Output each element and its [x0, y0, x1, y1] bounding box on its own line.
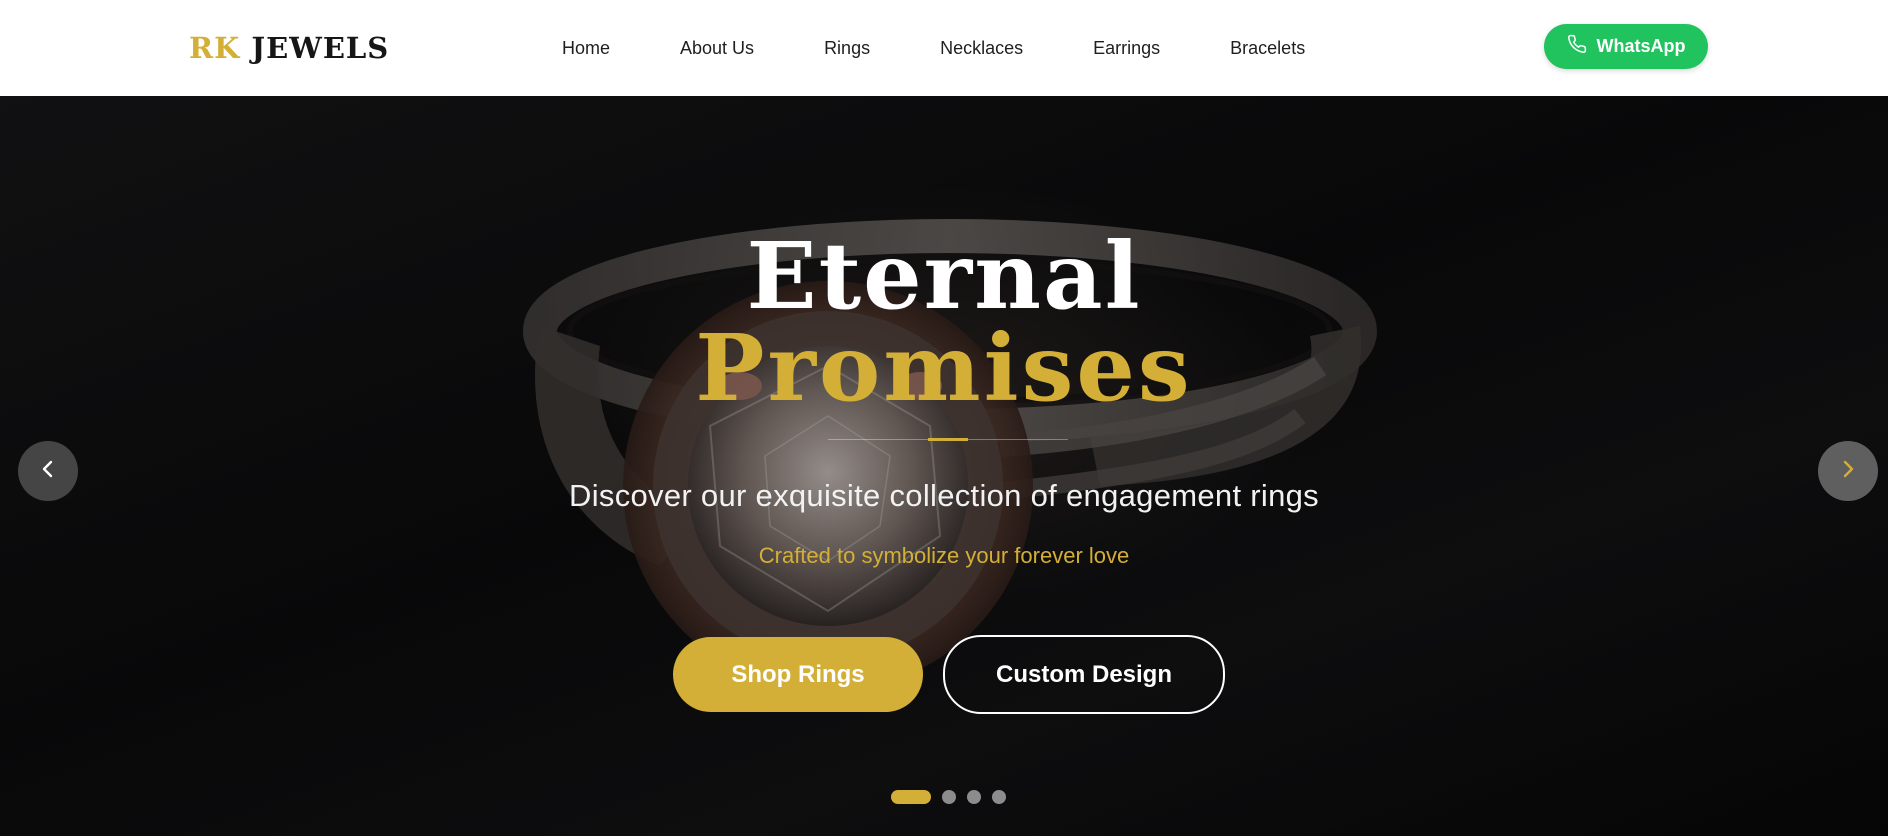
slider-dot-3[interactable]: [967, 790, 981, 804]
nav-item-earrings[interactable]: Earrings: [1093, 38, 1160, 59]
title-divider: [828, 438, 1068, 441]
hero-title-line1: Eternal: [746, 222, 1142, 330]
site-header: RK JEWELS Home About Us Rings Necklaces …: [0, 0, 1888, 96]
chevron-right-icon: [1836, 457, 1860, 485]
slider-dots: [891, 790, 1006, 804]
hero-title-line2: Promises: [695, 314, 1193, 422]
custom-design-button[interactable]: Custom Design: [943, 635, 1225, 714]
phone-icon: [1567, 34, 1587, 59]
whatsapp-label: WhatsApp: [1596, 36, 1686, 56]
brand-logo-part1: RK: [189, 31, 241, 65]
whatsapp-button[interactable]: WhatsApp: [1544, 24, 1708, 69]
slider-next-button[interactable]: [1818, 441, 1878, 501]
nav-item-home[interactable]: Home: [562, 38, 610, 59]
slider-dot-2[interactable]: [942, 790, 956, 804]
chevron-left-icon: [36, 457, 60, 485]
nav-item-rings[interactable]: Rings: [824, 38, 870, 59]
nav-item-necklaces[interactable]: Necklaces: [940, 38, 1023, 59]
slider-prev-button[interactable]: [18, 441, 78, 501]
hero-slider: Eternal Promises Discover our exquisite …: [0, 96, 1888, 836]
hero-overlay: [0, 96, 1888, 836]
brand-logo[interactable]: RK JEWELS: [189, 28, 389, 68]
hero-subtitle: Discover our exquisite collection of eng…: [569, 478, 1319, 513]
main-nav: Home About Us Rings Necklaces Earrings B…: [562, 0, 1305, 96]
slider-dot-1[interactable]: [891, 790, 931, 804]
shop-rings-button[interactable]: Shop Rings: [673, 637, 923, 712]
brand-logo-part2: JEWELS: [251, 31, 390, 65]
hero-tagline: Crafted to symbolize your forever love: [758, 543, 1130, 568]
nav-item-about-us[interactable]: About Us: [680, 38, 754, 59]
slider-dot-4[interactable]: [992, 790, 1006, 804]
nav-item-bracelets[interactable]: Bracelets: [1230, 38, 1305, 59]
